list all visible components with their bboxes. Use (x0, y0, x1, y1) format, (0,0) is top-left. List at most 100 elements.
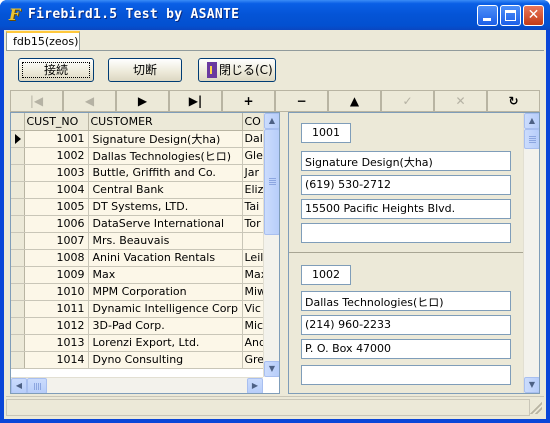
table-row[interactable]: 1001 Signature Design(大ha) Dal (11, 130, 271, 148)
cell-cust-no[interactable]: 1009 (24, 266, 89, 284)
table-row[interactable]: 1008 Anini Vacation Rentals Leil (11, 249, 271, 267)
row-indicator[interactable] (11, 351, 25, 369)
scroll-up-arrow-icon[interactable]: ▲ (524, 113, 539, 129)
column-header-customer[interactable]: CUSTOMER (88, 113, 243, 131)
scroll-down-arrow-icon[interactable]: ▼ (264, 361, 279, 377)
row-indicator[interactable] (11, 266, 25, 284)
table-row[interactable]: 1005 DT Systems, LTD. Tai (11, 198, 271, 216)
row-indicator[interactable] (11, 130, 25, 148)
row-indicator[interactable] (11, 283, 25, 301)
phone-field[interactable]: (619) 530-2712 (301, 175, 511, 195)
table-row[interactable]: 1002 Dallas Technologies(ヒロ) Gle (11, 147, 271, 165)
table-row[interactable]: 1007 Mrs. Beauvais (11, 232, 271, 250)
address-field[interactable]: 15500 Pacific Heights Blvd. (301, 199, 511, 219)
cell-cust-no[interactable]: 1011 (24, 300, 89, 318)
cell-customer[interactable]: Buttle, Griffith and Co. (88, 164, 243, 182)
nav-first-button[interactable]: |◀ (10, 90, 63, 112)
title-bar[interactable]: F Firebird1.5 Test by ASANTE ✕ (0, 0, 550, 30)
row-indicator[interactable] (11, 181, 25, 199)
row-indicator[interactable] (11, 334, 25, 352)
minimize-button[interactable] (477, 5, 498, 26)
grid-vscroll-thumb[interactable] (264, 129, 279, 235)
nav-refresh-button[interactable]: ↻ (487, 90, 540, 112)
table-row[interactable]: 1009 Max Max (11, 266, 271, 284)
row-indicator[interactable] (11, 215, 25, 233)
address-field[interactable]: P. O. Box 47000 (301, 339, 511, 359)
column-header-cust-no[interactable]: CUST_NO (24, 113, 89, 131)
cell-customer[interactable]: Dyno Consulting (88, 351, 243, 369)
cell-customer[interactable]: Central Bank (88, 181, 243, 199)
cell-customer[interactable]: Lorenzi Export, Ltd. (88, 334, 243, 352)
address2-field[interactable] (301, 223, 511, 243)
cell-customer[interactable]: Anini Vacation Rentals (88, 249, 243, 267)
row-indicator[interactable] (11, 249, 25, 267)
cell-customer[interactable]: DataServe International (88, 215, 243, 233)
table-row[interactable]: 1012 3D-Pad Corp. Mic (11, 317, 271, 335)
scroll-down-arrow-icon[interactable]: ▼ (524, 377, 539, 393)
cell-cust-no[interactable]: 1004 (24, 181, 89, 199)
row-indicator[interactable] (11, 317, 25, 335)
cell-cust-no[interactable]: 1003 (24, 164, 89, 182)
scroll-right-arrow-icon[interactable]: ▶ (247, 378, 263, 393)
disconnect-button[interactable]: 切断 (108, 58, 182, 82)
cell-customer[interactable]: Max (88, 266, 243, 284)
address2-field[interactable] (301, 365, 511, 385)
grid-vertical-scrollbar[interactable]: ▲ ▼ (263, 113, 279, 377)
cell-cust-no[interactable]: 1007 (24, 232, 89, 250)
tab-fdb15-zeos[interactable]: fdb15(zeos) (6, 31, 80, 51)
row-indicator[interactable] (11, 232, 25, 250)
cell-cust-no[interactable]: 1012 (24, 317, 89, 335)
table-row[interactable]: 1003 Buttle, Griffith and Co. Jar (11, 164, 271, 182)
table-row[interactable]: 1004 Central Bank Eliz (11, 181, 271, 199)
cell-cust-no[interactable]: 1014 (24, 351, 89, 369)
table-row[interactable]: 1014 Dyno Consulting Gre (11, 351, 271, 369)
nav-next-button[interactable]: ▶ (116, 90, 169, 112)
cell-cust-no[interactable]: 1005 (24, 198, 89, 216)
phone-field[interactable]: (214) 960-2233 (301, 315, 511, 335)
scroll-up-arrow-icon[interactable]: ▲ (264, 113, 279, 129)
cust-no-field[interactable]: 1002 (301, 265, 351, 285)
detail-vertical-scrollbar[interactable]: ▲ ▼ (523, 113, 539, 393)
nav-edit-button[interactable]: ▲ (328, 90, 381, 112)
table-row[interactable]: 1011 Dynamic Intelligence Corp Vic (11, 300, 271, 318)
panel-splitter[interactable] (280, 112, 288, 394)
maximize-button[interactable] (500, 5, 521, 26)
nav-prior-button[interactable]: ◀ (63, 90, 116, 112)
close-window-button[interactable]: ✕ (523, 5, 544, 26)
customer-field[interactable]: Signature Design(大ha) (301, 151, 511, 171)
table-row[interactable]: 1013 Lorenzi Export, Ltd. And (11, 334, 271, 352)
size-grip-icon[interactable] (530, 402, 542, 414)
cell-customer[interactable]: 3D-Pad Corp. (88, 317, 243, 335)
nav-post-button[interactable]: ✓ (381, 90, 434, 112)
cell-customer[interactable]: Signature Design(大ha) (88, 130, 243, 148)
scroll-left-arrow-icon[interactable]: ◀ (11, 378, 27, 393)
row-indicator[interactable] (11, 147, 25, 165)
row-indicator[interactable] (11, 300, 25, 318)
cell-cust-no[interactable]: 1002 (24, 147, 89, 165)
cell-cust-no[interactable]: 1006 (24, 215, 89, 233)
customer-field[interactable]: Dallas Technologies(ヒロ) (301, 291, 511, 311)
nav-last-button[interactable]: ▶| (169, 90, 222, 112)
cell-cust-no[interactable]: 1013 (24, 334, 89, 352)
cell-customer[interactable]: MPM Corporation (88, 283, 243, 301)
cell-customer[interactable]: Dynamic Intelligence Corp (88, 300, 243, 318)
row-indicator[interactable] (11, 198, 25, 216)
cell-customer[interactable]: Mrs. Beauvais (88, 232, 243, 250)
connect-button[interactable]: 接続 (18, 58, 94, 82)
nav-cancel-button[interactable]: ✕ (434, 90, 487, 112)
detail-vscroll-thumb[interactable] (524, 129, 539, 149)
cell-cust-no[interactable]: 1001 (24, 130, 89, 148)
cust-no-field[interactable]: 1001 (301, 123, 351, 143)
nav-delete-button[interactable]: − (275, 90, 328, 112)
table-row[interactable]: 1006 DataServe International Tor (11, 215, 271, 233)
nav-insert-button[interactable]: + (222, 90, 275, 112)
close-app-button[interactable]: 閉じる(C) (198, 58, 276, 82)
cell-customer[interactable]: DT Systems, LTD. (88, 198, 243, 216)
cell-cust-no[interactable]: 1010 (24, 283, 89, 301)
grid-hscroll-thumb[interactable] (27, 378, 47, 393)
grid-horizontal-scrollbar[interactable]: ◀ ▶ (11, 377, 263, 393)
cell-customer[interactable]: Dallas Technologies(ヒロ) (88, 147, 243, 165)
customer-grid[interactable]: CUST_NO CUSTOMER CO 1001 Signature Design… (10, 112, 280, 394)
row-indicator[interactable] (11, 164, 25, 182)
cell-cust-no[interactable]: 1008 (24, 249, 89, 267)
